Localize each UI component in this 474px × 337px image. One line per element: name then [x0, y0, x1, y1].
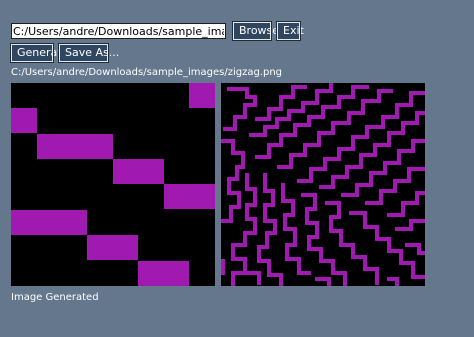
generate-button[interactable]: Generate: [10, 43, 68, 63]
tile: [11, 108, 37, 133]
tile: [113, 159, 164, 184]
exit-button[interactable]: Exit: [276, 21, 304, 41]
input-image: [11, 83, 215, 286]
output-image-panel: [221, 83, 425, 286]
file-path-input[interactable]: [11, 23, 226, 39]
tile: [164, 184, 215, 209]
file-path-label: C:/Users/andre/Downloads/sample_images/z…: [11, 67, 283, 78]
output-image: [221, 83, 425, 286]
tile: [189, 83, 215, 108]
input-image-panel: [11, 83, 215, 286]
tile: [138, 261, 189, 286]
save-as-button[interactable]: Save As...: [58, 43, 119, 63]
tile: [37, 134, 113, 159]
browse-button[interactable]: Browse: [232, 21, 279, 41]
tile: [11, 210, 87, 235]
status-label: Image Generated: [11, 292, 99, 303]
tile: [87, 235, 138, 260]
